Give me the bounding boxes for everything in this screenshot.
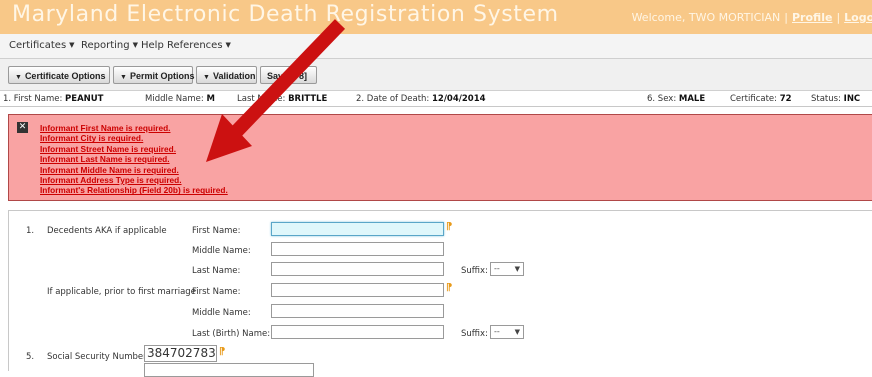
aka-middle-name-input[interactable] (271, 242, 444, 256)
menu-help-references-label: Help References (141, 40, 223, 51)
welcome-area: Welcome, TWO MORTICIAN|Profile|Logou (632, 11, 872, 24)
decedent-aka-label: Decedents AKA if applicable (47, 226, 167, 236)
aka-first-name-label: First Name: (192, 226, 241, 236)
chevron-down-icon: ▼ (225, 41, 231, 49)
error-link[interactable]: Informant Last Name is required. (40, 154, 228, 164)
prior-middle-name-label: Middle Name: (192, 308, 251, 318)
last-birth-name-input[interactable] (271, 325, 444, 339)
item-1-number: 1. (26, 226, 35, 236)
menu-reporting-label: Reporting (81, 40, 130, 51)
separator: | (784, 11, 788, 24)
next-field-input[interactable] (144, 363, 314, 377)
menu-certificates[interactable]: Certificates ▼ (9, 40, 75, 51)
aka-last-name-input[interactable] (271, 262, 444, 276)
menu-reporting[interactable]: Reporting ▼ (81, 40, 138, 51)
last-birth-name-label: Last (Birth) Name: (192, 329, 271, 339)
menu-help-references[interactable]: Help References ▼ (141, 40, 231, 51)
required-icon: ⁋ (446, 282, 453, 293)
info-certificate-label: Certificate: (730, 94, 778, 104)
error-link[interactable]: Informant Middle Name is required. (40, 165, 228, 175)
info-last-name-value: BRITTLE (288, 94, 328, 104)
info-date-of-death-label: 2. Date of Death: (356, 94, 430, 104)
error-link[interactable]: Informant First Name is required. (40, 123, 228, 133)
info-date-of-death: 2. Date of Death: 12/04/2014 (356, 94, 486, 104)
chevron-down-icon: ▼ (514, 328, 520, 336)
validation-label: Validation (212, 71, 256, 81)
decedent-info-bar: 1. First Name: PEANUT Middle Name: M Las… (0, 91, 872, 107)
informant-form: 1. Decedents AKA if applicable First Nam… (8, 210, 872, 377)
prior-first-name-label: First Name: (192, 287, 241, 297)
error-link[interactable]: Informant City is required. (40, 133, 228, 143)
validation-button[interactable]: ▼ Validation (196, 66, 257, 84)
info-last-name: Last Name: BRITTLE (237, 94, 327, 104)
chevron-down-icon: ▼ (120, 74, 127, 81)
info-first-name-label: 1. First Name: (3, 94, 63, 104)
profile-link[interactable]: Profile (792, 11, 832, 24)
prior-middle-name-input[interactable] (271, 304, 444, 318)
welcome-text: Welcome, TWO MORTICIAN (631, 11, 781, 24)
info-sex-value: MALE (678, 94, 706, 104)
permit-options-label: Permit Options (129, 71, 195, 81)
certificate-options-button[interactable]: ▼ Certificate Options (8, 66, 110, 84)
close-icon[interactable]: ✕ (17, 122, 28, 133)
chevron-down-icon: ▼ (203, 74, 210, 81)
chevron-down-icon: ▼ (132, 41, 139, 49)
required-icon: ⁋ (219, 346, 226, 357)
info-middle-name: Middle Name: M (145, 94, 215, 104)
chevron-down-icon: ▼ (69, 41, 75, 49)
info-status: Status: INC (811, 94, 860, 104)
logout-link[interactable]: Logou (844, 11, 872, 24)
birth-suffix-select[interactable]: -- ▼ (490, 325, 524, 339)
info-certificate: Certificate: 72 (730, 94, 792, 104)
birth-suffix-value: -- (494, 327, 500, 336)
aka-first-name-input[interactable] (271, 222, 444, 236)
permit-options-button[interactable]: ▼ Permit Options (113, 66, 195, 84)
header-banner: Maryland Electronic Death Registration S… (0, 0, 872, 34)
info-certificate-value: 72 (779, 94, 792, 104)
info-sex: 6. Sex: MALE (647, 94, 705, 104)
info-middle-name-value: M (206, 94, 215, 104)
aka-suffix-select[interactable]: -- ▼ (490, 262, 524, 276)
save-button[interactable]: Save [F8] (260, 66, 317, 84)
info-status-label: Status: (811, 94, 841, 104)
chevron-down-icon: ▼ (514, 265, 520, 273)
error-link[interactable]: Informant Street Name is required. (40, 144, 228, 154)
info-status-value: INC (843, 94, 861, 104)
certificate-options-label: Certificate Options (24, 71, 106, 81)
validation-error-panel: ✕ Informant First Name is required. Info… (8, 114, 872, 201)
save-label: Save [F8] (267, 71, 308, 81)
ssn-label: Social Security Number (47, 352, 147, 362)
info-sex-label: 6. Sex: (647, 94, 677, 104)
toolbar: ▼ Certificate Options ▼ Permit Options ▼ Va… (0, 59, 872, 91)
aka-suffix-value: -- (494, 264, 500, 273)
info-first-name: 1. First Name: PEANUT (3, 94, 103, 104)
main-menu-bar: Certificates ▼ Reporting ▼ Help References… (0, 34, 872, 59)
separator: | (836, 11, 841, 24)
required-icon: ⁋ (446, 221, 453, 232)
app-title: Maryland Electronic Death Registration S… (12, 2, 559, 27)
aka-last-name-label: Last Name: (192, 266, 241, 276)
error-link[interactable]: Informant's Relationship (Field 20b) is … (40, 185, 228, 195)
chevron-down-icon: ▼ (15, 74, 22, 81)
item-5-number: 5. (26, 352, 35, 362)
error-link[interactable]: Informant Address Type is required. (40, 175, 228, 185)
prior-first-name-input[interactable] (271, 283, 444, 297)
birth-suffix-label: Suffix: (461, 329, 488, 339)
info-middle-name-label: Middle Name: (145, 94, 204, 104)
info-first-name-value: PEANUT (65, 94, 104, 104)
aka-suffix-label: Suffix: (461, 266, 488, 276)
prior-marriage-label: If applicable, prior to first marriage (47, 287, 196, 297)
info-date-of-death-value: 12/04/2014 (432, 94, 486, 104)
aka-middle-name-label: Middle Name: (192, 246, 251, 256)
info-last-name-label: Last Name: (237, 94, 286, 104)
error-list: Informant First Name is required. Inform… (40, 123, 228, 196)
menu-certificates-label: Certificates (9, 40, 67, 51)
ssn-input[interactable]: 384702783 (144, 345, 217, 362)
